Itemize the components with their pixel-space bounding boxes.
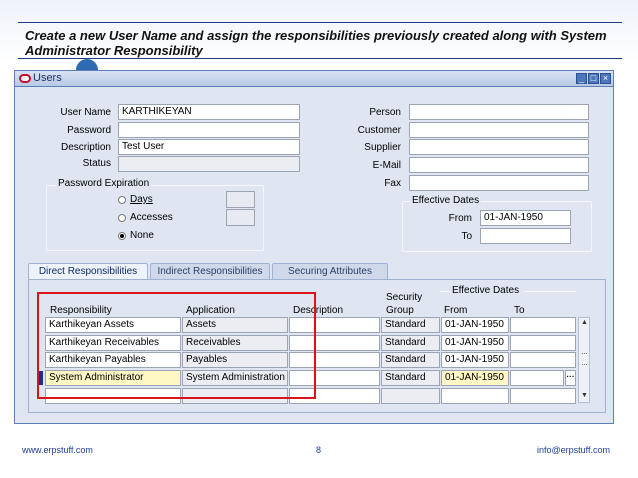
slide-title: Create a new User Name and assign the re… [25, 28, 607, 58]
tab-securing-attributes[interactable]: Securing Attributes [272, 263, 388, 279]
status-label: Status [82, 158, 111, 169]
days-count-field[interactable] [226, 191, 255, 208]
radio-accesses[interactable] [118, 214, 126, 222]
cell-from[interactable]: 01-JAN-1950 [441, 317, 509, 333]
lov-ellipsis-icon[interactable]: ··· [565, 370, 576, 386]
customer-label: Customer [357, 125, 401, 136]
cell-security-group: Standard [381, 352, 440, 368]
radio-accesses-label: Accesses [130, 212, 173, 223]
footer-page-number: 8 [316, 445, 322, 455]
col-header-group: Group [386, 305, 414, 316]
header-rule-bottom [18, 58, 622, 59]
cell-to[interactable] [510, 317, 576, 333]
description-label: Description [60, 142, 111, 153]
cell-security-group [381, 388, 440, 404]
user-name-field[interactable]: KARTHIKEYAN [118, 104, 300, 120]
effective-dates-rule-left [440, 291, 450, 292]
highlight-box [37, 292, 316, 399]
supplier-label: Supplier [364, 142, 401, 153]
accesses-count-field[interactable] [226, 209, 255, 226]
password-label: Password [67, 125, 111, 136]
cell-from[interactable]: 01-JAN-1950 [441, 352, 509, 368]
password-field[interactable] [118, 122, 300, 138]
col-header-from: From [444, 305, 468, 316]
person-field[interactable] [409, 104, 589, 120]
user-name-label: User Name [60, 107, 111, 118]
window-titlebar[interactable]: Users _ □ × [15, 71, 613, 87]
cell-to[interactable] [510, 370, 564, 386]
effective-dates-rule-right [524, 291, 576, 292]
fax-field[interactable] [409, 175, 589, 191]
description-field[interactable]: Test User [118, 139, 300, 155]
person-label: Person [369, 107, 401, 118]
effective-dates-title: Effective Dates [410, 195, 482, 206]
cell-to[interactable] [510, 388, 576, 404]
radio-none-label: None [130, 230, 154, 241]
radio-days[interactable] [118, 196, 126, 204]
email-field[interactable] [409, 157, 589, 173]
header-rule-top [18, 22, 622, 23]
password-expiration-title: Password Expiration [56, 178, 152, 189]
cell-security-group: Standard [381, 317, 440, 333]
col-header-to: To [514, 305, 525, 316]
col-header-effective-dates: Effective Dates [452, 285, 520, 296]
close-icon[interactable]: × [600, 73, 611, 84]
effective-from-field[interactable]: 01-JAN-1950 [480, 210, 571, 226]
table-scrollbar[interactable]: ▲ ▼ [578, 317, 590, 403]
cell-to[interactable] [510, 352, 576, 368]
cell-security-group: Standard [381, 335, 440, 351]
to-label: To [461, 231, 472, 242]
scroll-up-icon[interactable]: ▲ [581, 319, 588, 326]
email-label: E-Mail [372, 160, 401, 171]
maximize-icon[interactable]: □ [588, 73, 599, 84]
supplier-field[interactable] [409, 139, 589, 155]
cell-security-group: Standard [381, 370, 440, 386]
radio-days-label: Days [130, 194, 153, 205]
customer-field[interactable] [409, 122, 589, 138]
cell-from[interactable]: 01-JAN-1950 [441, 335, 509, 351]
fax-label: Fax [384, 178, 401, 189]
status-field [118, 156, 300, 172]
tab-indirect-responsibilities[interactable]: Indirect Responsibilities [150, 263, 270, 279]
scroll-thumb[interactable] [582, 353, 587, 365]
footer-email: info@erpstuff.com [537, 445, 611, 455]
cell-from[interactable] [441, 388, 509, 404]
scroll-down-icon[interactable]: ▼ [581, 392, 588, 399]
minimize-icon[interactable]: _ [576, 73, 587, 84]
effective-dates-group [402, 201, 592, 252]
radio-none[interactable] [118, 232, 126, 240]
col-header-security: Security [386, 292, 423, 303]
cell-from-active[interactable]: 01-JAN-1950 [441, 370, 509, 386]
cell-to[interactable] [510, 335, 576, 351]
window-title: Users [33, 72, 62, 84]
tab-direct-responsibilities[interactable]: Direct Responsibilities [28, 263, 148, 280]
effective-to-field[interactable] [480, 228, 571, 244]
from-label: From [448, 213, 472, 224]
oracle-icon [19, 74, 31, 83]
footer-website: www.erpstuff.com [22, 445, 93, 455]
